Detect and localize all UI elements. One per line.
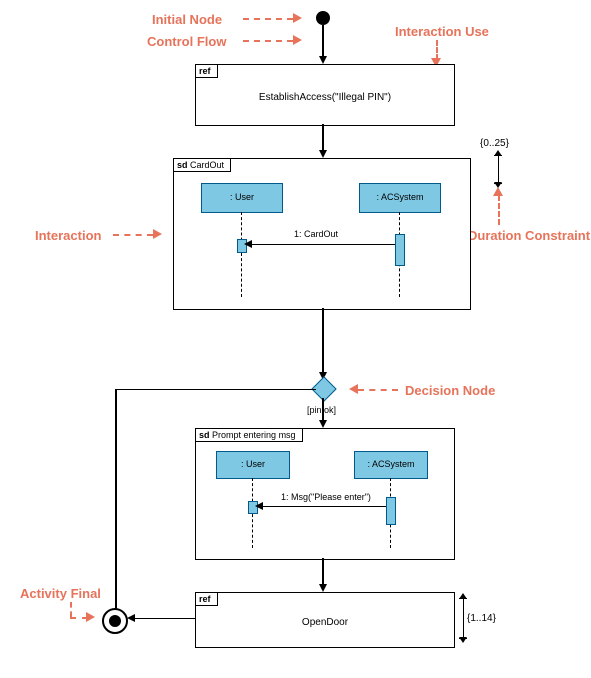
lifeline-acsystem-head-sd1: : ACSystem [359,183,441,213]
frame-sd-cardout: sd CardOut : User : ACSystem 1: CardOut [173,158,471,310]
activation-acsystem-sd2 [386,497,396,525]
message-sd2-text: 1: Msg("Please enter") [281,492,371,502]
pointer-activity-final-arrow [86,612,95,622]
frame-sd1-name: CardOut [190,160,224,170]
duration-constraint-1-text: {0..25} [480,138,509,149]
label-control-flow: Control Flow [147,34,226,49]
label-initial-node: Initial Node [152,12,222,27]
initial-node [316,11,330,25]
edge-sd2-to-ref2 [322,558,324,586]
frame-ref2-text: OpenDoor [196,617,454,628]
pointer-decision-node-arrow [349,384,358,394]
edge-ref2-to-final-arrow [127,614,135,622]
pointer-duration-constraint-arrow [493,187,503,196]
guard-pin-ok: [pin ok] [307,405,336,415]
message-sd2-line [257,506,386,507]
frame-ref1-text: EstablishAccess("Illegal PIN") [196,92,454,103]
frame-ref1-kind: ref [199,66,211,76]
label-interaction: Interaction [35,228,101,243]
edge-initial-to-ref1-arrow [319,56,327,64]
frame-ref-opendoor: ref OpenDoor [195,592,455,648]
pointer-control-flow-arrow [293,35,302,45]
pointer-control-flow-line [243,40,293,42]
frame-sd-prompt: sd Prompt entering msg : User : ACSystem… [195,428,455,560]
duration-constraint-2-line [463,598,464,638]
edge-ref1-to-sd1-arrow [319,150,327,158]
frame-sd1-kind: sd [177,160,188,170]
frame-sd2-name: Prompt entering msg [212,430,296,440]
label-decision-node: Decision Node [405,383,495,398]
pointer-decision-node-line [358,389,398,391]
frame-sd2-kind: sd [199,430,210,440]
label-interaction-use: Interaction Use [395,24,489,39]
pointer-duration-constraint-line [498,195,500,225]
edge-initial-to-ref1 [322,25,324,60]
edge-sd1-to-decision [322,308,324,375]
pointer-interaction-line [113,234,153,236]
edge-ref1-to-sd1 [322,124,324,152]
lifeline-user-head-sd1: : User [201,183,283,213]
frame-sd1-tab: sd CardOut [173,158,231,172]
pointer-initial-node-line [243,18,293,20]
message-sd1-arrow [244,240,252,248]
duration-constraint-2-text: {1..14} [467,613,496,624]
frame-ref2-kind: ref [199,594,211,604]
message-sd1-text: 1: CardOut [294,229,338,239]
edge-ref2-to-final [129,618,195,619]
pointer-activity-final-line1 [70,602,72,617]
message-sd2-arrow [255,502,263,510]
activation-acsystem-sd1 [395,234,405,266]
pointer-interaction-use-line [436,40,438,60]
message-sd1-line [246,244,395,245]
lifeline-user-line-sd1 [241,212,242,297]
frame-ref2-tab: ref [195,592,218,606]
label-duration-constraint: Duration Constraint [468,228,590,243]
edge-decision-to-final-h [116,389,316,390]
frame-ref1-tab: ref [195,64,218,78]
pointer-interaction-arrow [153,229,162,239]
edge-sd2-to-ref2-arrow [319,584,327,592]
pointer-initial-node-arrow [293,13,302,23]
duration-constraint-1-arr-down [494,182,502,188]
duration-constraint-1-arr-up [494,150,502,156]
edge-decision-to-final-v [115,389,117,613]
activity-final-node-inner [109,615,121,627]
duration-constraint-1-line [498,155,499,183]
edge-decision-to-sd2-arrow [319,420,327,428]
lifeline-user-head-sd2: : User [216,451,290,479]
frame-ref-establishaccess: ref EstablishAccess("Illegal PIN") [195,64,455,126]
lifeline-acsystem-head-sd2: : ACSystem [354,451,428,479]
activity-final-node [102,608,128,634]
frame-sd2-tab: sd Prompt entering msg [195,428,303,442]
duration-constraint-2-arr-down [459,637,467,643]
label-activity-final: Activity Final [20,586,101,601]
duration-constraint-2-arr-up [459,593,467,599]
